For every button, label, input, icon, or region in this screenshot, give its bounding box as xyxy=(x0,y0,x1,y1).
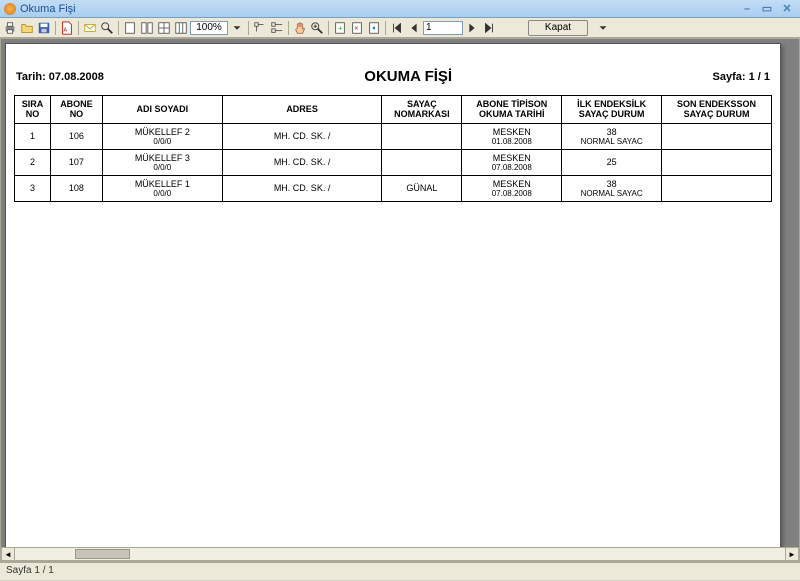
close-dropdown-icon[interactable] xyxy=(595,20,611,36)
cell-abone: 106 xyxy=(50,123,102,149)
pdf-icon[interactable]: A xyxy=(59,20,75,36)
cell-sayac xyxy=(382,123,462,149)
col-adres: ADRES xyxy=(222,96,382,124)
cell-ilk: 38NORMAL SAYAC xyxy=(562,123,662,149)
report-date: Tarih: 07.08.2008 xyxy=(16,71,104,83)
nav-prev-icon[interactable] xyxy=(406,20,422,36)
layout3-icon[interactable] xyxy=(156,20,172,36)
app-icon xyxy=(4,3,16,15)
col-sayac: SAYAÇ NOMARKASI xyxy=(382,96,462,124)
close-button[interactable]: Kapat xyxy=(528,20,588,36)
scroll-thumb[interactable] xyxy=(75,549,130,559)
svg-text:×: × xyxy=(354,25,358,32)
table-row: 2107MÜKELLEF 30/0/0MH. CD. SK. / MESKEN07… xyxy=(15,149,772,175)
cell-ad: MÜKELLEF 30/0/0 xyxy=(102,149,222,175)
cell-adres: MH. CD. SK. / xyxy=(222,123,382,149)
col-abone: ABONE NO xyxy=(50,96,102,124)
close-window-button[interactable]: ✕ xyxy=(778,2,796,16)
zoom-input[interactable] xyxy=(190,21,228,35)
cell-sira: 2 xyxy=(15,149,51,175)
scroll-right-icon[interactable]: ► xyxy=(785,547,799,561)
tree-expand-icon[interactable] xyxy=(269,20,285,36)
cell-ad: MÜKELLEF 10/0/0 xyxy=(102,175,222,201)
save-icon[interactable] xyxy=(36,20,52,36)
scroll-track[interactable] xyxy=(15,547,785,561)
cell-adres: MH. CD. SK. / xyxy=(222,149,382,175)
mail-icon[interactable] xyxy=(82,20,98,36)
cell-ilk: 25 xyxy=(562,149,662,175)
cell-ad: MÜKELLEF 20/0/0 xyxy=(102,123,222,149)
page-input[interactable] xyxy=(423,21,463,35)
layout4-icon[interactable] xyxy=(173,20,189,36)
zoom-dropdown-icon[interactable] xyxy=(229,20,245,36)
mark-add-icon[interactable]: + xyxy=(332,20,348,36)
svg-text:+: + xyxy=(338,25,342,32)
print-icon[interactable] xyxy=(2,20,18,36)
table-header-row: SIRA NO ABONE NO ADI SOYADI ADRES SAYAÇ … xyxy=(15,96,772,124)
cell-son xyxy=(662,175,772,201)
cell-sayac xyxy=(382,149,462,175)
layout2-icon[interactable] xyxy=(139,20,155,36)
status-text: Sayfa 1 / 1 xyxy=(6,565,54,576)
report-viewer: Tarih: 07.08.2008 OKUMA FİŞİ Sayfa: 1 / … xyxy=(0,38,800,562)
cell-sayac: GÜNAL xyxy=(382,175,462,201)
report-page-number: Sayfa: 1 / 1 xyxy=(713,71,770,83)
report-title: OKUMA FİŞİ xyxy=(104,68,713,85)
tree-collapse-icon[interactable] xyxy=(252,20,268,36)
col-tip: ABONE TİPİSON OKUMA TARİHİ xyxy=(462,96,562,124)
nav-last-icon[interactable] xyxy=(481,20,497,36)
cell-abone: 108 xyxy=(50,175,102,201)
cell-son xyxy=(662,149,772,175)
mark-go-icon[interactable] xyxy=(366,20,382,36)
cell-son xyxy=(662,123,772,149)
cell-tip: MESKEN01.08.2008 xyxy=(462,123,562,149)
maximize-button[interactable]: ▭ xyxy=(758,2,776,16)
col-sira: SIRA NO xyxy=(15,96,51,124)
col-ad: ADI SOYADI xyxy=(102,96,222,124)
cell-tip: MESKEN07.08.2008 xyxy=(462,175,562,201)
svg-text:A: A xyxy=(64,27,68,33)
report-table: SIRA NO ABONE NO ADI SOYADI ADRES SAYAÇ … xyxy=(14,95,772,202)
report-header: Tarih: 07.08.2008 OKUMA FİŞİ Sayfa: 1 / … xyxy=(14,68,772,85)
layout1-icon[interactable] xyxy=(122,20,138,36)
horizontal-scrollbar[interactable]: ◄ ► xyxy=(1,547,799,561)
toolbar: A + × Kapat xyxy=(0,18,800,38)
zoom-tool-icon[interactable] xyxy=(309,20,325,36)
window-titlebar: Okuma Fişi – ▭ ✕ xyxy=(0,0,800,18)
minimize-button[interactable]: – xyxy=(738,2,756,16)
nav-first-icon[interactable] xyxy=(389,20,405,36)
hand-icon[interactable] xyxy=(292,20,308,36)
cell-sira: 1 xyxy=(15,123,51,149)
status-bar: Sayfa 1 / 1 xyxy=(0,562,800,580)
open-icon[interactable] xyxy=(19,20,35,36)
cell-tip: MESKEN07.08.2008 xyxy=(462,149,562,175)
table-row: 1106MÜKELLEF 20/0/0MH. CD. SK. / MESKEN01… xyxy=(15,123,772,149)
cell-sira: 3 xyxy=(15,175,51,201)
col-ilk: İLK ENDEKSİLK SAYAÇ DURUM xyxy=(562,96,662,124)
table-row: 3108MÜKELLEF 10/0/0MH. CD. SK. /GÜNALMES… xyxy=(15,175,772,201)
cell-abone: 107 xyxy=(50,149,102,175)
window-title: Okuma Fişi xyxy=(20,3,76,15)
scroll-left-icon[interactable]: ◄ xyxy=(1,547,15,561)
report-page: Tarih: 07.08.2008 OKUMA FİŞİ Sayfa: 1 / … xyxy=(5,43,781,551)
cell-ilk: 38NORMAL SAYAC xyxy=(562,175,662,201)
find-icon[interactable] xyxy=(99,20,115,36)
nav-next-icon[interactable] xyxy=(464,20,480,36)
col-son: SON ENDEKSSON SAYAÇ DURUM xyxy=(662,96,772,124)
mark-del-icon[interactable]: × xyxy=(349,20,365,36)
cell-adres: MH. CD. SK. / xyxy=(222,175,382,201)
